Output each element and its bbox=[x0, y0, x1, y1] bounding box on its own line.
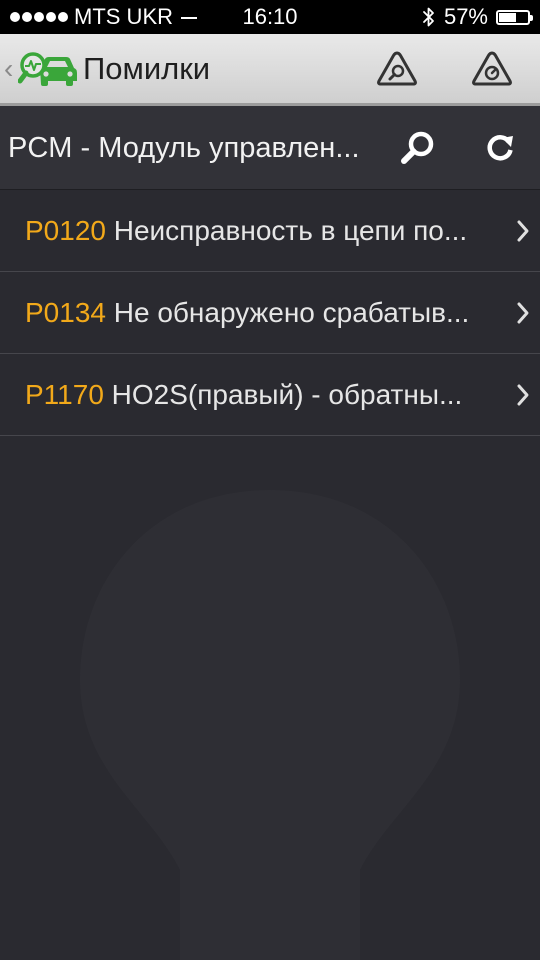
title-bar: ‹ Помилки bbox=[0, 34, 540, 106]
triangle-search-button[interactable] bbox=[374, 46, 420, 92]
battery-icon bbox=[496, 9, 533, 25]
refresh-button[interactable] bbox=[480, 128, 520, 168]
triangle-gauge-button[interactable] bbox=[469, 46, 515, 92]
error-text: P1170 HO2S(правый) - обратны... bbox=[25, 354, 503, 436]
error-description: Не обнаружено срабатыв... bbox=[113, 297, 470, 328]
chevron-left-icon[interactable]: ‹ bbox=[4, 54, 13, 84]
screen: MTS UKR 16:10 57% ‹ Помилки PCM - Модуль… bbox=[0, 0, 540, 960]
battery-percent: 57% bbox=[443, 4, 488, 29]
search-icon bbox=[401, 131, 434, 164]
search-button[interactable] bbox=[398, 128, 438, 168]
car-diagnostics-logo-icon[interactable] bbox=[18, 48, 78, 90]
error-code: P0120 bbox=[25, 215, 106, 246]
error-text: P0120 Неисправность в цепи по... bbox=[25, 190, 503, 272]
error-description: HO2S(правый) - обратны... bbox=[111, 379, 463, 410]
battery-fill bbox=[499, 12, 517, 22]
error-row[interactable]: P1170 HO2S(правый) - обратны... bbox=[0, 354, 540, 436]
error-row[interactable]: P0134 Не обнаружено срабатыв... bbox=[0, 272, 540, 354]
error-list: P0120 Неисправность в цепи по... P0134 Н… bbox=[0, 190, 540, 436]
chevron-right-icon bbox=[517, 384, 529, 406]
triangle-search-icon bbox=[377, 51, 417, 86]
module-title[interactable]: PCM - Модуль управлен... bbox=[8, 106, 380, 190]
page-title: Помилки bbox=[83, 51, 211, 86]
triangle-gauge-icon bbox=[472, 51, 512, 86]
chevron-right-icon bbox=[517, 302, 529, 324]
refresh-icon bbox=[487, 135, 513, 161]
battery-tip bbox=[530, 14, 533, 21]
error-text: P0134 Не обнаружено срабатыв... bbox=[25, 272, 503, 354]
error-code: P0134 bbox=[25, 297, 106, 328]
error-row[interactable]: P0120 Неисправность в цепи по... bbox=[0, 190, 540, 272]
chevron-right-icon bbox=[517, 220, 529, 242]
bluetooth-icon bbox=[423, 7, 434, 27]
background-watermark bbox=[80, 490, 460, 960]
status-bar: MTS UKR 16:10 57% bbox=[0, 0, 540, 34]
status-right: 57% bbox=[422, 0, 533, 34]
module-header: PCM - Модуль управлен... bbox=[0, 106, 540, 190]
error-code: P1170 bbox=[25, 379, 104, 410]
error-description: Неисправность в цепи по... bbox=[113, 215, 468, 246]
